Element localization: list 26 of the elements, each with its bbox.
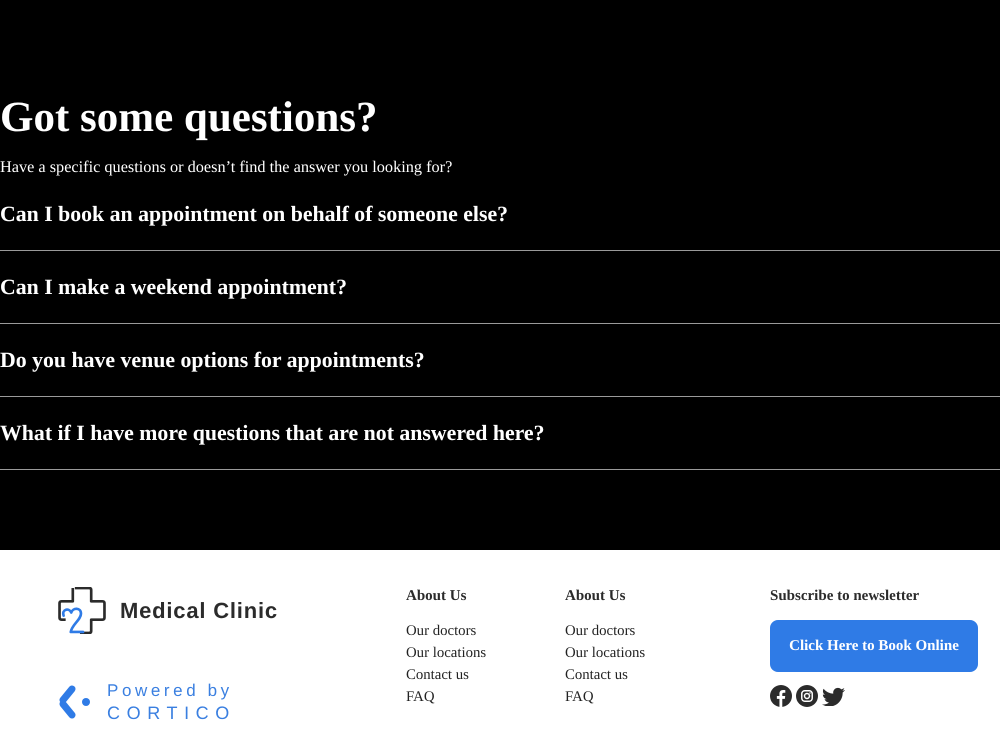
- brand-name: Medical Clinic: [120, 598, 278, 624]
- chevron-logo-icon: [58, 685, 92, 719]
- footer-link[interactable]: FAQ: [565, 686, 594, 708]
- footer-link[interactable]: Our doctors: [406, 620, 476, 642]
- faq-subtitle: Have a specific questions or doesn’t find the answer you looking for?: [0, 157, 452, 176]
- faq-question[interactable]: Can I make a weekend appointment?: [0, 274, 347, 300]
- footer-link[interactable]: Contact us: [406, 664, 469, 686]
- powered-by-label: Powered by: [107, 680, 233, 702]
- faq-question[interactable]: Can I book an appointment on behalf of someone else?: [0, 202, 508, 226]
- facebook-icon[interactable]: [770, 685, 792, 707]
- faq-title: Got some questions?: [0, 94, 378, 142]
- column-heading: About Us: [406, 587, 466, 605]
- cross-logo-icon: [58, 587, 106, 634]
- twitter-icon[interactable]: [822, 686, 845, 706]
- footer-link[interactable]: Our doctors: [565, 620, 636, 642]
- newsletter-heading: Subscribe to newsletter: [770, 587, 920, 605]
- footer-link[interactable]: Our locations: [406, 642, 486, 664]
- faq-question[interactable]: What if I have more questions that are not answered here?: [0, 420, 545, 446]
- footer-link[interactable]: FAQ: [406, 686, 435, 708]
- cortico-wordmark: CORTICO: [107, 702, 236, 724]
- book-online-button[interactable]: Click Here to Book Online: [770, 620, 978, 672]
- faq-question[interactable]: Do you have venue options for appointments?: [0, 348, 425, 372]
- footer-link[interactable]: Contact us: [565, 664, 628, 686]
- instagram-icon[interactable]: [796, 685, 818, 707]
- column-heading: About Us: [565, 587, 626, 605]
- footer-link[interactable]: Our locations: [565, 642, 646, 664]
